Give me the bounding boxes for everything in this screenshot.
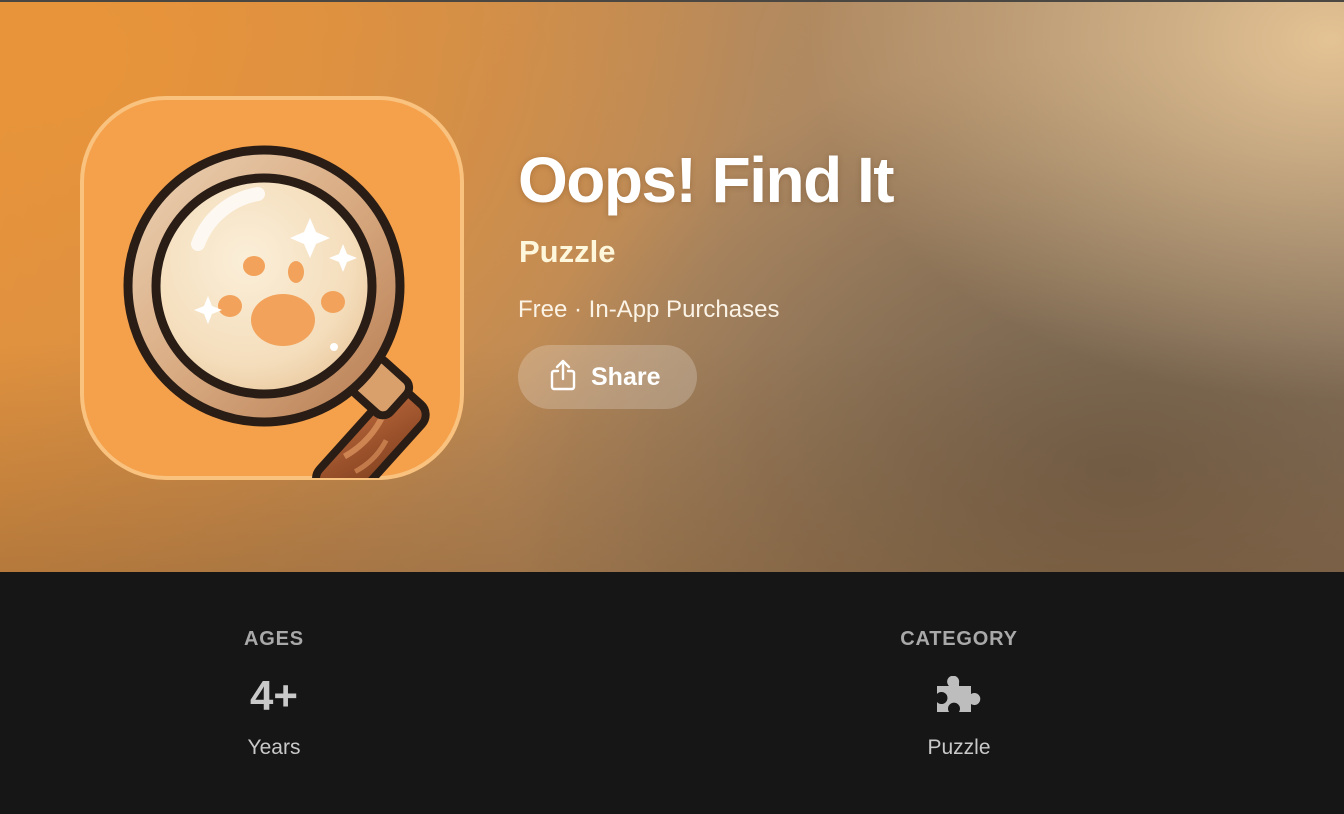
app-store-page: Oops! Find It Puzzle Free · In-App Purch… xyxy=(0,0,1344,814)
app-info-bar: AGES 4+ Years CATEGORY Puzzle xyxy=(0,572,1344,814)
puzzle-piece-icon xyxy=(933,675,985,716)
ages-heading: AGES xyxy=(244,628,304,650)
app-hero-header: Oops! Find It Puzzle Free · In-App Purch… xyxy=(0,0,1344,572)
category-heading: CATEGORY xyxy=(900,628,1018,650)
magnifying-glass-paw-app-icon xyxy=(78,94,466,482)
share-button[interactable]: Share xyxy=(518,345,697,409)
share-icon xyxy=(549,359,577,391)
ages-caption: Years xyxy=(247,736,301,759)
app-title: Oops! Find It xyxy=(518,144,895,216)
price-info: Free · In-App Purchases xyxy=(518,296,780,323)
app-category-link[interactable]: Puzzle xyxy=(519,234,615,270)
ages-value: 4+ xyxy=(250,672,298,719)
share-button-label: Share xyxy=(591,362,661,391)
category-caption: Puzzle xyxy=(927,736,991,759)
